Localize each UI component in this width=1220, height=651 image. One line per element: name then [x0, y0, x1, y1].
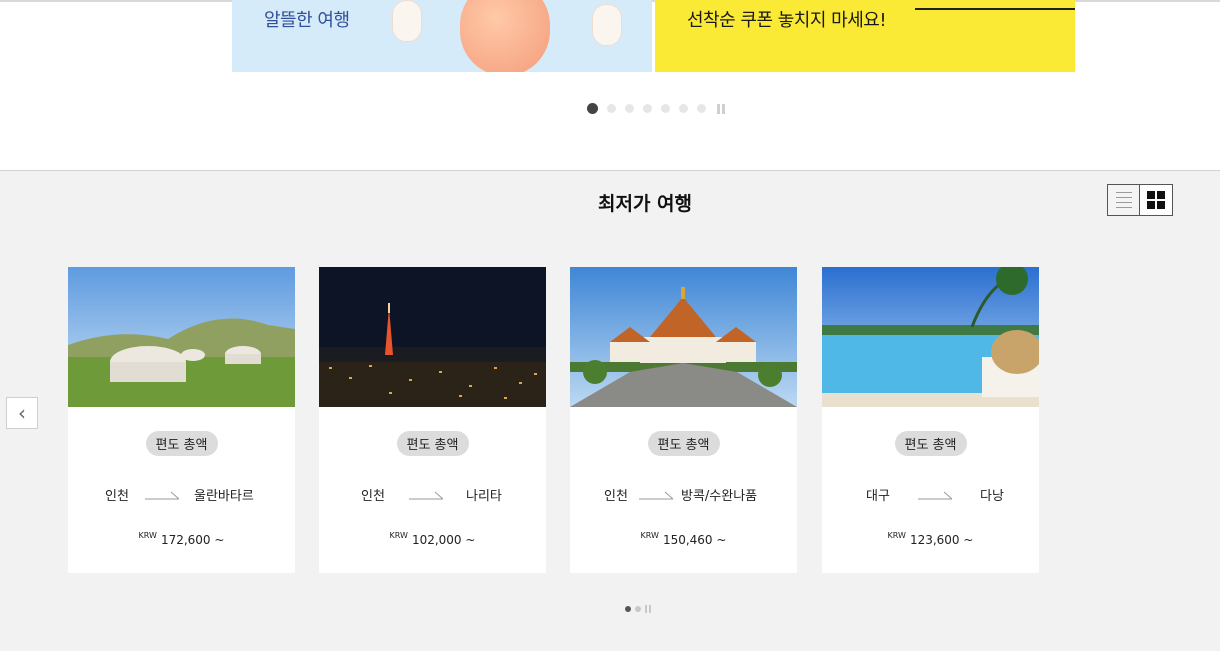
pause-icon[interactable] — [717, 103, 725, 114]
fare-card[interactable]: 편도 총액 인천 나리타 KRW 102,000 ~ — [319, 267, 546, 573]
section-title: 최저가 여행 — [597, 193, 692, 215]
route-arrow-icon — [639, 491, 673, 500]
one-way-total-badge: 편도 총액 — [647, 431, 720, 456]
banner-pagination — [587, 103, 725, 114]
price-value: 123,600 ~ — [909, 533, 974, 547]
origin-city: 인천 — [361, 489, 385, 504]
route-arrow-icon — [409, 491, 443, 500]
cards-pagination-dot-2[interactable] — [635, 606, 641, 612]
route: 인천 울란바타르 — [68, 485, 295, 505]
pause-icon[interactable] — [645, 605, 651, 613]
pagination-dot-1[interactable] — [587, 103, 598, 114]
phone-illustration — [915, 0, 1075, 10]
origin-city: 인천 — [604, 489, 628, 504]
currency-label: KRW — [640, 531, 659, 540]
destination-photo-tokyo — [319, 267, 546, 407]
chevron-left-icon: ‹ — [18, 401, 26, 425]
price-value: 102,000 ~ — [411, 533, 476, 547]
pagination-dot-6[interactable] — [679, 104, 688, 113]
fare-card[interactable]: 편도 총액 인천 울란바타르 KRW 172,600 ~ — [68, 267, 295, 573]
currency-label: KRW — [138, 531, 157, 540]
origin-city: 인천 — [105, 489, 129, 504]
fare-price: KRW 150,460 ~ — [570, 531, 797, 547]
destination-photo-bangkok — [570, 267, 797, 407]
route-arrow-icon — [918, 491, 952, 500]
list-view-button[interactable] — [1107, 184, 1140, 216]
route-arrow-icon — [145, 491, 179, 500]
fare-price: KRW 172,600 ~ — [68, 531, 295, 547]
destination-city: 나리타 — [466, 489, 502, 504]
one-way-total-badge: 편도 총액 — [145, 431, 218, 456]
destination-city: 다낭 — [980, 489, 1004, 504]
carousel-prev-button[interactable]: ‹ — [6, 397, 38, 429]
cards-pagination-dot-1[interactable] — [625, 606, 631, 612]
banner-left-text: 알뜰한 여행 — [264, 10, 350, 31]
bunny-illustration — [392, 0, 422, 42]
bunny-illustration — [592, 4, 622, 46]
price-value: 150,460 ~ — [662, 533, 727, 547]
grid-view-icon — [1147, 191, 1165, 209]
pagination-dot-3[interactable] — [625, 104, 634, 113]
route: 인천 방콕/수완나품 — [570, 485, 797, 505]
price-value: 172,600 ~ — [160, 533, 225, 547]
destination-city: 방콕/수완나품 — [681, 489, 758, 504]
currency-label: KRW — [389, 531, 408, 540]
cards-pagination — [625, 605, 651, 613]
route: 인천 나리타 — [319, 485, 546, 505]
one-way-total-badge: 편도 총액 — [894, 431, 967, 456]
fare-card[interactable]: 편도 총액 인천 방콕/수완나품 KRW 150,460 ~ — [570, 267, 797, 573]
destination-city: 울란바타르 — [194, 489, 254, 504]
pagination-dot-2[interactable] — [607, 104, 616, 113]
view-toggle — [1107, 184, 1173, 216]
pagination-dot-5[interactable] — [661, 104, 670, 113]
route: 대구 다낭 — [822, 485, 1039, 505]
banner-slide-right[interactable]: 선착순 쿠폰 놓치지 마세요! — [655, 0, 1075, 72]
list-view-icon — [1115, 192, 1132, 208]
fare-card[interactable]: 편도 총액 대구 다낭 KRW 123,600 ~ — [822, 267, 1039, 573]
hand-illustration — [460, 0, 550, 72]
origin-city: 대구 — [866, 489, 890, 504]
destination-photo-mongolia — [68, 267, 295, 407]
one-way-total-badge: 편도 총액 — [396, 431, 469, 456]
banner-slide-left[interactable]: 알뜰한 여행 — [232, 0, 652, 72]
fare-price: KRW 102,000 ~ — [319, 531, 546, 547]
lowest-fare-section: 최저가 여행 ‹ 편도 총액 인천 울란바타르 KRW 172,600 ~ 편도… — [0, 170, 1220, 651]
banner-right-text: 선착순 쿠폰 놓치지 마세요! — [687, 10, 887, 31]
fare-price: KRW 123,600 ~ — [822, 531, 1039, 547]
pagination-dot-4[interactable] — [643, 104, 652, 113]
pagination-dot-7[interactable] — [697, 104, 706, 113]
grid-view-button[interactable] — [1140, 184, 1173, 216]
currency-label: KRW — [887, 531, 906, 540]
destination-photo-danang — [822, 267, 1039, 407]
